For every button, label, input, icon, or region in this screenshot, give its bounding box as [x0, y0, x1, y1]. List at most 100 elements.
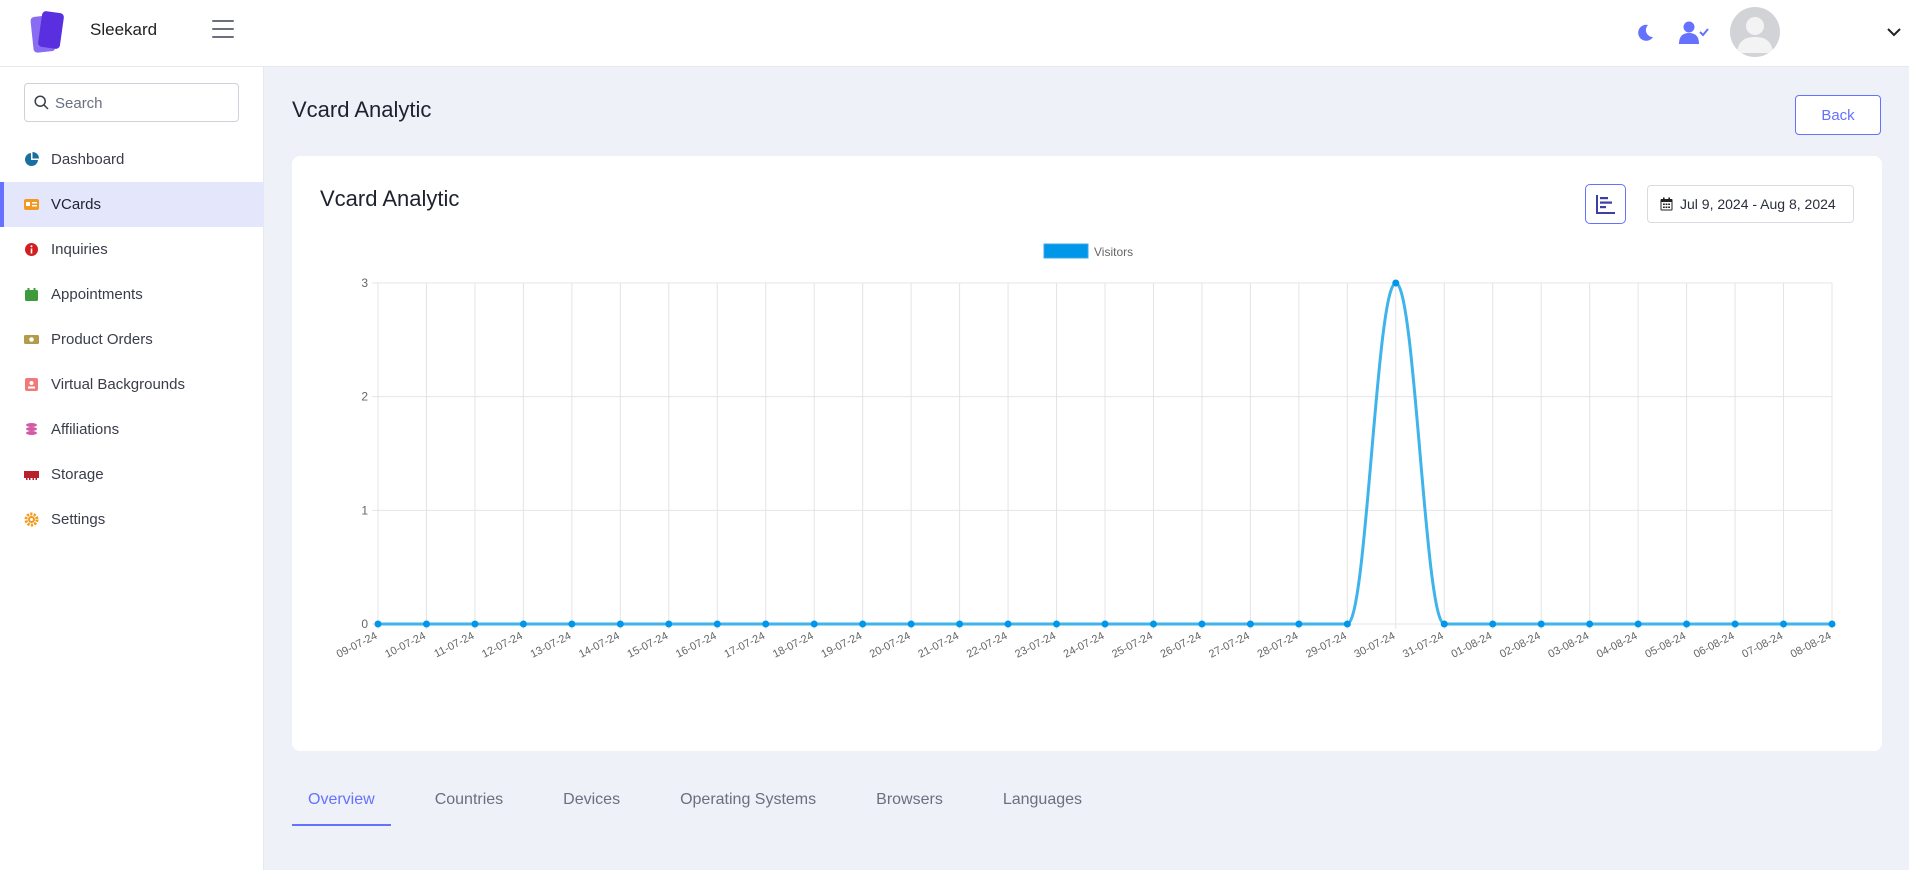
data-point[interactable]: [1101, 620, 1109, 628]
data-point[interactable]: [471, 620, 479, 628]
data-point[interactable]: [1780, 620, 1788, 628]
gear-icon: [24, 512, 39, 527]
data-point[interactable]: [1343, 620, 1351, 628]
x-tick-label: 05-08-24: [1643, 630, 1688, 661]
dashboard-icon: [24, 152, 39, 167]
data-point[interactable]: [1683, 620, 1691, 628]
sidebar-item-label: Product Orders: [51, 331, 153, 348]
x-tick-label: 31-07-24: [1401, 630, 1446, 661]
x-tick-label: 09-07-24: [335, 630, 380, 661]
data-point[interactable]: [1392, 279, 1400, 287]
tab-devices[interactable]: Devices: [547, 779, 636, 826]
tab-browsers[interactable]: Browsers: [860, 779, 959, 826]
x-tick-label: 15-07-24: [625, 630, 670, 661]
x-tick-label: 24-07-24: [1062, 630, 1107, 661]
sidebar-nav: Dashboard VCards Inquiries Appointments …: [0, 137, 264, 542]
data-point[interactable]: [616, 620, 624, 628]
sidebar-item-affiliations[interactable]: Affiliations: [0, 407, 264, 452]
vcard-icon: [24, 197, 39, 212]
x-tick-label: 06-08-24: [1692, 630, 1737, 661]
id-badge-icon: [24, 377, 39, 392]
sidebar-item-inquiries[interactable]: Inquiries: [0, 227, 264, 272]
back-button[interactable]: Back: [1795, 95, 1881, 135]
data-point[interactable]: [1149, 620, 1157, 628]
data-point[interactable]: [1634, 620, 1642, 628]
data-point[interactable]: [956, 620, 964, 628]
menu-icon[interactable]: [212, 20, 234, 40]
sidebar-item-product-orders[interactable]: Product Orders: [0, 317, 264, 362]
sidebar-item-appointments[interactable]: Appointments: [0, 272, 264, 317]
search-input[interactable]: [55, 92, 230, 114]
sidebar-item-label: Storage: [51, 466, 104, 483]
moon-icon[interactable]: [1634, 22, 1656, 44]
x-tick-label: 18-07-24: [771, 630, 816, 661]
sidebar-item-vcards[interactable]: VCards: [0, 182, 264, 227]
data-point[interactable]: [1828, 620, 1836, 628]
info-icon: [24, 242, 39, 257]
data-point[interactable]: [665, 620, 673, 628]
data-point[interactable]: [1198, 620, 1206, 628]
x-tick-label: 07-08-24: [1740, 630, 1785, 661]
tab-countries[interactable]: Countries: [419, 779, 519, 826]
sidebar-item-dashboard[interactable]: Dashboard: [0, 137, 264, 182]
x-tick-label: 17-07-24: [722, 630, 767, 661]
data-point[interactable]: [1586, 620, 1594, 628]
sidebar-item-label: Settings: [51, 511, 106, 528]
data-point[interactable]: [1295, 620, 1303, 628]
x-tick-label: 04-08-24: [1595, 630, 1640, 661]
y-tick-label: 3: [361, 276, 368, 290]
sidebar-item-label: Virtual Backgrounds: [51, 376, 185, 393]
money-icon: [24, 332, 39, 347]
data-point[interactable]: [1537, 620, 1545, 628]
data-point[interactable]: [907, 620, 915, 628]
coins-icon: [24, 422, 39, 437]
sidebar-item-settings[interactable]: Settings: [0, 497, 264, 542]
x-tick-label: 20-07-24: [868, 630, 913, 661]
data-point[interactable]: [1489, 620, 1497, 628]
legend-label[interactable]: Visitors: [1094, 245, 1133, 259]
data-point[interactable]: [1246, 620, 1254, 628]
date-range-label: Jul 9, 2024 - Aug 8, 2024: [1680, 196, 1836, 212]
x-tick-label: 22-07-24: [965, 630, 1010, 661]
sidebar-item-storage[interactable]: Storage: [0, 452, 264, 497]
data-point[interactable]: [1053, 620, 1061, 628]
data-point[interactable]: [1731, 620, 1739, 628]
page-title: Vcard Analytic: [292, 97, 432, 122]
data-point[interactable]: [374, 620, 382, 628]
data-point[interactable]: [762, 620, 770, 628]
chevron-down-icon[interactable]: [1885, 24, 1903, 40]
data-point[interactable]: [422, 620, 430, 628]
sidebar-item-virtual-backgrounds[interactable]: Virtual Backgrounds: [0, 362, 264, 407]
data-point[interactable]: [519, 620, 527, 628]
y-tick-label: 0: [361, 617, 368, 631]
y-tick-label: 2: [361, 390, 368, 404]
sidebar-item-label: VCards: [51, 196, 102, 213]
user-check-icon[interactable]: [1679, 20, 1709, 46]
data-point[interactable]: [713, 620, 721, 628]
x-tick-label: 29-07-24: [1304, 630, 1349, 661]
x-tick-label: 16-07-24: [674, 630, 719, 661]
data-point[interactable]: [859, 620, 867, 628]
date-range-picker[interactable]: Jul 9, 2024 - Aug 8, 2024: [1647, 185, 1854, 223]
sidebar: Dashboard VCards Inquiries Appointments …: [0, 67, 264, 870]
tab-overview[interactable]: Overview: [292, 779, 391, 826]
data-point[interactable]: [568, 620, 576, 628]
data-point[interactable]: [1440, 620, 1448, 628]
chart-type-button[interactable]: [1585, 184, 1626, 224]
sidebar-item-label: Affiliations: [51, 421, 120, 438]
legend-swatch[interactable]: [1043, 243, 1089, 259]
x-tick-label: 03-08-24: [1546, 630, 1591, 661]
data-point[interactable]: [1004, 620, 1012, 628]
bar-chart-icon: [1595, 195, 1615, 214]
sleekard-logo[interactable]: [30, 10, 66, 54]
data-point[interactable]: [810, 620, 818, 628]
x-tick-label: 30-07-24: [1352, 630, 1397, 661]
avatar[interactable]: [1730, 7, 1780, 57]
tab-operating-systems[interactable]: Operating Systems: [664, 779, 832, 826]
x-tick-label: 13-07-24: [529, 630, 574, 661]
x-tick-label: 14-07-24: [577, 630, 622, 661]
search-box[interactable]: [24, 83, 239, 122]
tab-languages[interactable]: Languages: [987, 779, 1098, 826]
x-tick-label: 12-07-24: [480, 630, 525, 661]
calendar-icon: [24, 287, 39, 302]
